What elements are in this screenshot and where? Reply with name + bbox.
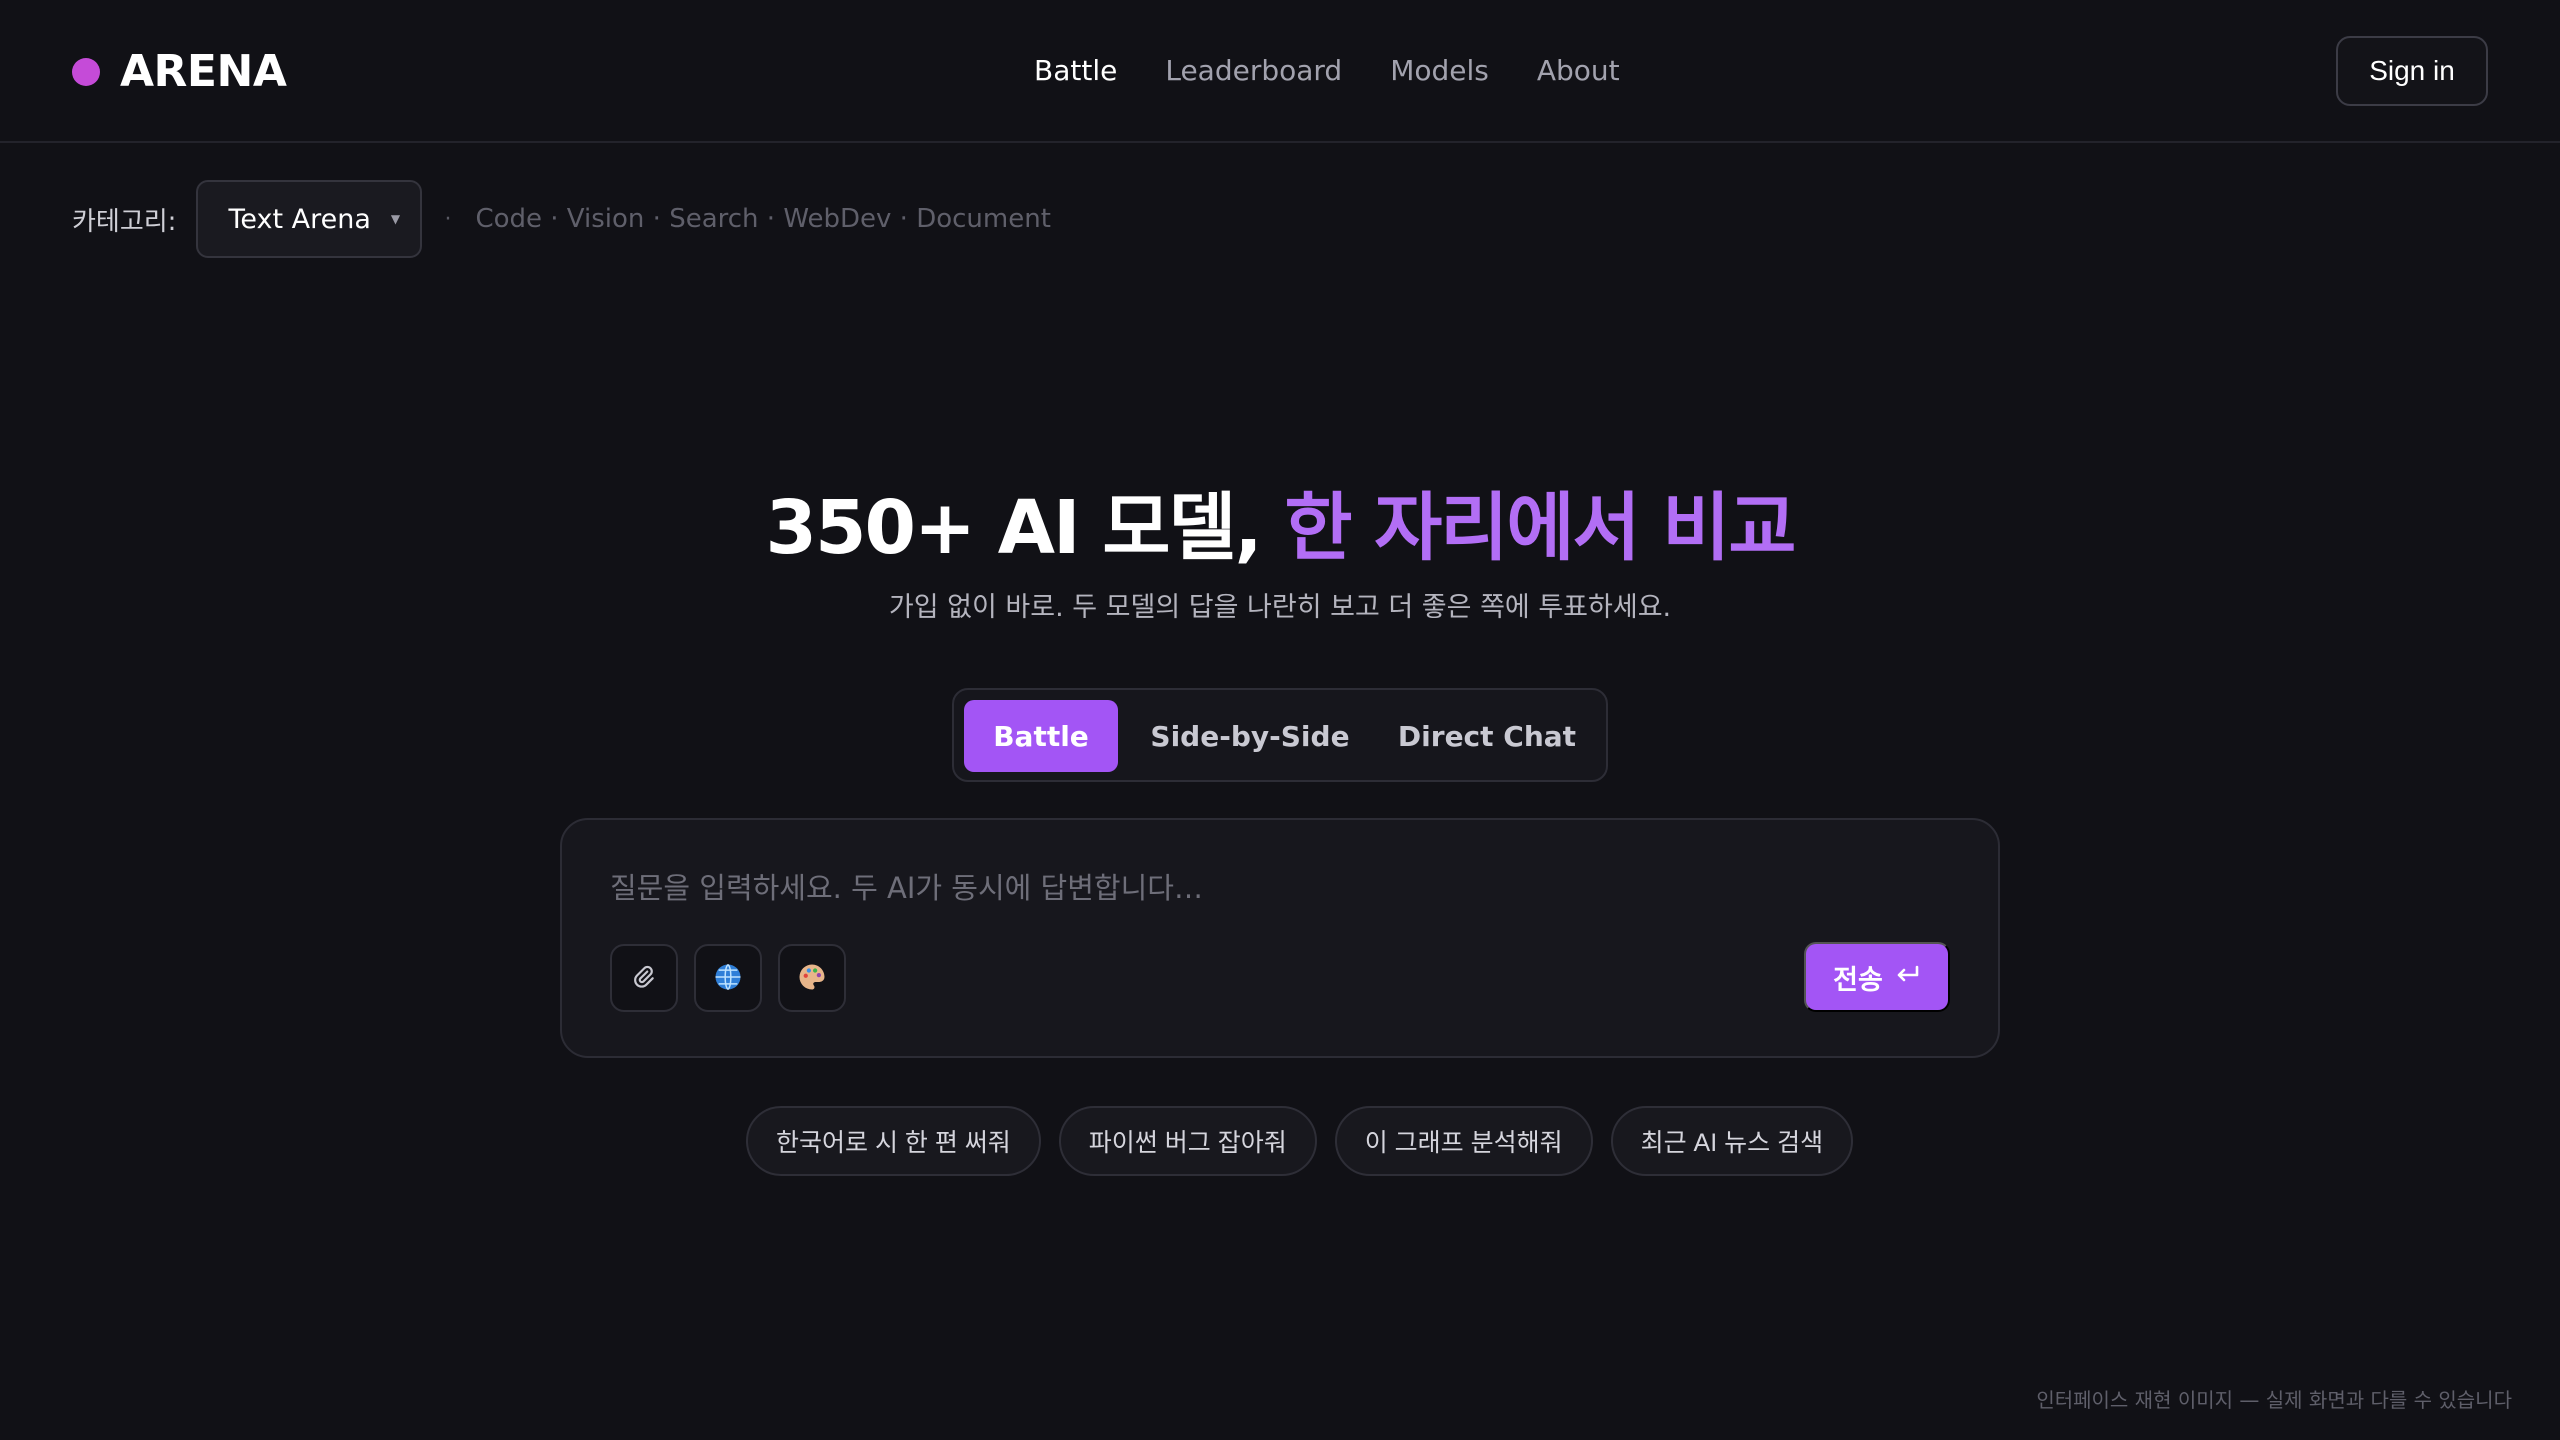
nav-item-leaderboard[interactable]: Leaderboard xyxy=(1165,54,1342,87)
nav-item-models[interactable]: Models xyxy=(1390,54,1489,87)
suggestion-chips: 한국어로 시 한 편 써줘 파이썬 버그 잡아줘 이 그래프 분석해줘 최근 A… xyxy=(746,1106,1871,1176)
suggestion-chip-ai-news[interactable]: 최근 AI 뉴스 검색 xyxy=(1610,1106,1854,1176)
mode-switcher: Battle Side-by-Side Direct Chat xyxy=(952,688,1608,782)
nav-item-about[interactable]: About xyxy=(1537,54,1620,87)
category-separator: · xyxy=(444,206,452,232)
nav-item-battle[interactable]: Battle xyxy=(1034,54,1117,87)
mode-tab-battle[interactable]: Battle xyxy=(964,700,1118,772)
palette-icon xyxy=(797,962,827,995)
main-nav: Battle Leaderboard Models About xyxy=(1034,54,1668,87)
category-label: 카테고리: xyxy=(72,206,177,237)
send-button-label: 전송 xyxy=(1833,964,1883,995)
attach-button[interactable] xyxy=(610,944,678,1012)
brand-logo[interactable]: ARENA xyxy=(72,46,287,97)
caret-down-icon: ▼ xyxy=(390,212,401,226)
category-other-options: Code · Vision · Search · WebDev · Docume… xyxy=(475,204,1051,234)
prompt-composer: 전송 xyxy=(560,818,2000,1058)
enter-key-icon xyxy=(1895,962,1921,993)
mode-tab-side-by-side[interactable]: Side-by-Side xyxy=(1132,700,1368,772)
send-button[interactable]: 전송 xyxy=(1804,942,1950,1012)
prompt-input[interactable] xyxy=(610,868,1910,908)
top-navigation-bar: ARENA Battle Leaderboard Models About Si… xyxy=(0,0,2560,143)
hero-subtitle: 가입 없이 바로. 두 모델의 답을 나란히 보고 더 좋은 쪽에 투표하세요. xyxy=(888,592,1672,623)
category-dropdown[interactable]: Text Arena ▼ xyxy=(196,180,423,258)
globe-icon xyxy=(713,962,743,995)
hero-title: 350+ AI 모델, 한 자리에서 비교 xyxy=(0,468,2560,575)
category-selected-value: Text Arena xyxy=(228,203,371,235)
suggestion-chip-poem[interactable]: 한국어로 시 한 편 써줘 xyxy=(746,1106,1041,1176)
suggestion-chip-python-bug[interactable]: 파이썬 버그 잡아줘 xyxy=(1058,1106,1317,1176)
paperclip-icon xyxy=(631,964,657,993)
footer-disclaimer: 인터페이스 재현 이미지 — 실제 화면과 다를 수 있습니다 xyxy=(2036,1388,2512,1412)
category-row: 카테고리: Text Arena ▼ · Code · Vision · Sea… xyxy=(72,180,1051,258)
mode-tab-direct-chat[interactable]: Direct Chat xyxy=(1374,700,1600,772)
brand-name: ARENA xyxy=(120,46,287,97)
brand-dot-icon xyxy=(72,57,100,86)
web-search-button[interactable] xyxy=(694,944,762,1012)
suggestion-chip-graph-analysis[interactable]: 이 그래프 분석해줘 xyxy=(1334,1106,1593,1176)
hero-title-highlight: 한 자리에서 비교 xyxy=(1284,485,1796,571)
sign-in-button[interactable]: Sign in xyxy=(2336,36,2488,106)
hero-title-white: 350+ AI 모델, xyxy=(765,485,1263,571)
image-generation-button[interactable] xyxy=(778,944,846,1012)
